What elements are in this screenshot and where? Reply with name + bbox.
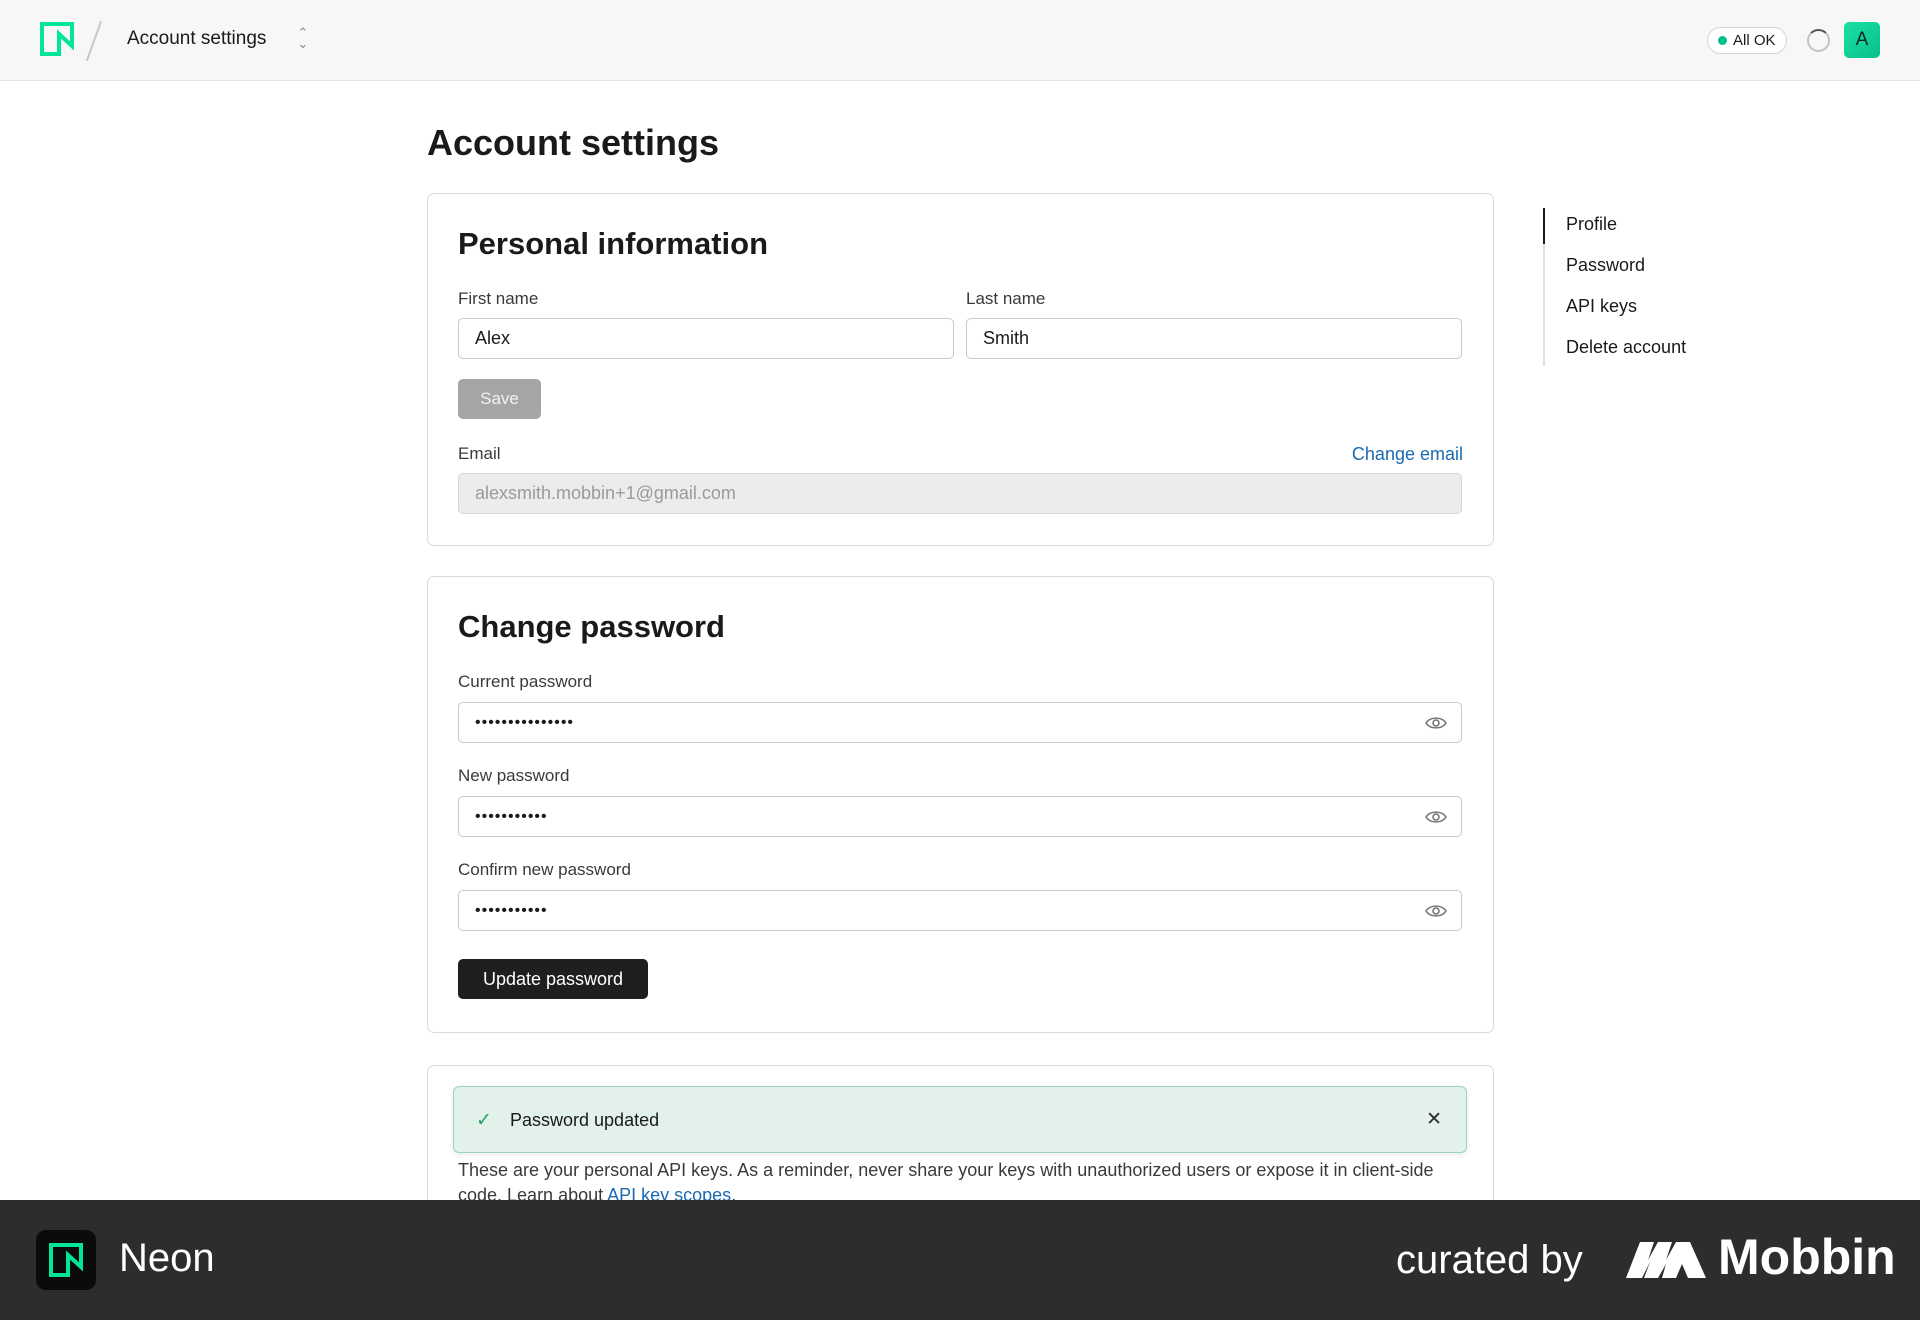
new-password-input[interactable]: ••••••••••• [458,796,1462,837]
mobbin-logo-icon [1626,1242,1706,1278]
close-icon[interactable]: ✕ [1426,1108,1442,1131]
top-bar: Account settings ⌃ ⌄ All OK A [0,0,1920,81]
breadcrumb-separator [85,20,103,62]
confirm-password-label: Confirm new password [458,860,631,879]
chevron-up-down-icon[interactable]: ⌃ ⌄ [294,26,312,53]
current-password-label: Current password [458,672,593,691]
loading-spinner-icon [1807,29,1830,52]
change-password-card: Change password Current password •••••••… [427,576,1494,1033]
sidenav-item-api-keys[interactable]: API keys [1566,296,1637,317]
footer-app-name: Neon [119,1236,215,1280]
personal-information-heading: Personal information [458,226,769,261]
api-keys-intro: These are your personal API keys. As a r… [458,1160,1434,1205]
footer-curated-by: curated by [1396,1238,1583,1282]
show-password-eye-icon[interactable] [1425,715,1447,731]
active-indicator [1543,208,1545,244]
new-password-label: New password [458,766,570,785]
avatar[interactable]: A [1844,22,1880,58]
sidenav-item-delete-account[interactable]: Delete account [1566,337,1686,358]
show-password-eye-icon[interactable] [1425,903,1447,919]
sidenav-item-password[interactable]: Password [1566,255,1645,276]
update-password-button[interactable]: Update password [458,959,648,999]
status-label: All OK [1733,32,1776,49]
personal-information-card: Personal information First name Alex Las… [427,193,1494,546]
footer-brand-name: Mobbin [1718,1229,1896,1285]
neon-logo-icon[interactable] [40,22,74,56]
first-name-input[interactable]: Alex [458,318,954,359]
email-label: Email [458,444,501,463]
current-password-input[interactable]: ••••••••••••••• [458,702,1462,743]
password-updated-toast: ✓ Password updated ✕ [453,1086,1467,1153]
status-dot-icon [1718,36,1727,45]
show-password-eye-icon[interactable] [1425,809,1447,825]
last-name-input[interactable]: Smith [966,318,1462,359]
email-field: alexsmith.mobbin+1@gmail.com [458,473,1462,514]
last-name-label: Last name [966,289,1046,308]
confirm-password-input[interactable]: ••••••••••• [458,890,1462,931]
neon-app-logo-icon [36,1230,96,1290]
footer-banner: Neon curated by Mobbin [0,1200,1920,1320]
settings-side-nav: Profile Password API keys Delete account [1543,208,1773,366]
breadcrumb-current[interactable]: Account settings [127,28,266,50]
save-button[interactable]: Save [458,379,541,419]
change-email-link[interactable]: Change email [1352,444,1463,465]
page-title: Account settings [427,122,720,163]
first-name-label: First name [458,289,539,308]
sidenav-item-profile[interactable]: Profile [1566,214,1617,235]
status-badge[interactable]: All OK [1707,27,1787,54]
check-icon: ✓ [476,1110,492,1131]
neon-logo-mark-icon [49,1243,83,1277]
change-password-heading: Change password [458,609,725,644]
toast-message: Password updated [510,1110,660,1130]
